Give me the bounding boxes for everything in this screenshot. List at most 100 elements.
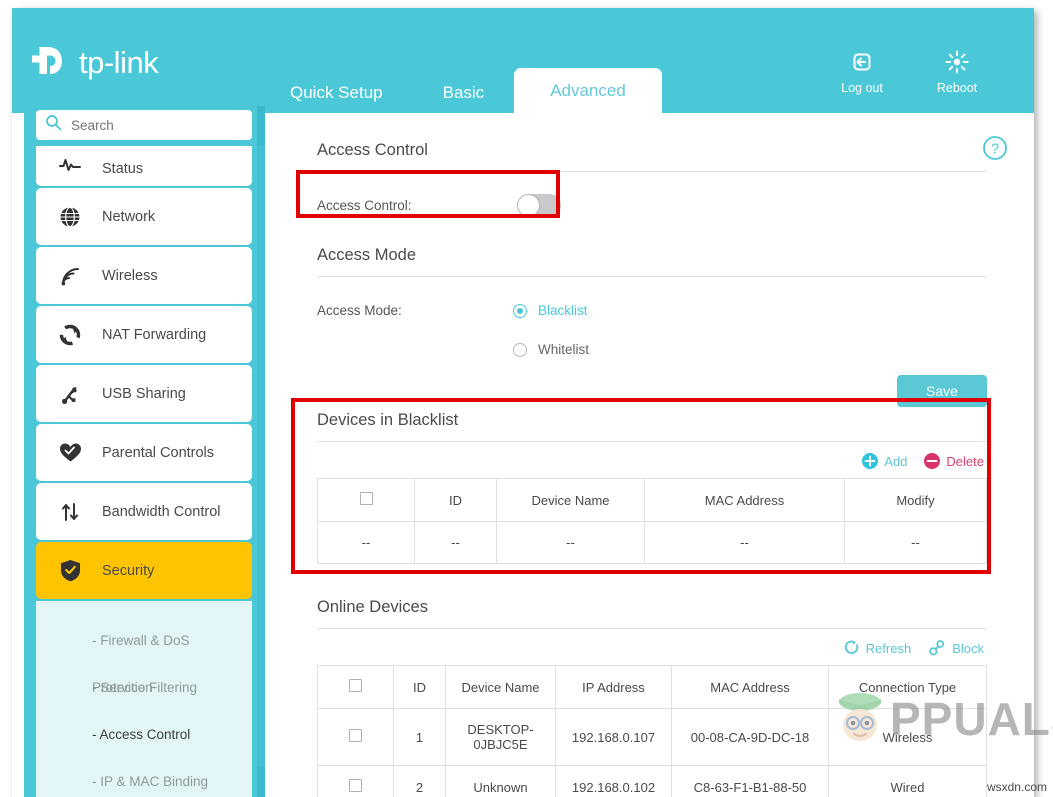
blacklist-cell-device-name: -- <box>496 521 645 564</box>
search-icon <box>45 114 62 136</box>
sidebar-item-label: USB Sharing <box>102 385 186 402</box>
search-box[interactable] <box>36 110 252 140</box>
sidebar-item-bandwidth-control[interactable]: Bandwidth Control <box>36 483 252 540</box>
toggle-knob <box>518 194 539 216</box>
sidebar-item-parental-controls[interactable]: Parental Controls <box>36 424 252 481</box>
online-cell-select <box>317 765 394 797</box>
sidebar-subitem-service-filtering[interactable]: - Service Filtering <box>36 664 252 711</box>
table-row: 1 DESKTOP-0JBJC5E 192.168.0.107 00-08-CA… <box>317 708 987 766</box>
table-row: -- -- -- -- -- <box>317 521 987 564</box>
router-admin-window: tp-link Quick Setup Basic Advanced Log o… <box>12 8 1034 797</box>
radio-option-whitelist[interactable]: Whitelist <box>513 342 987 357</box>
sidebar-item-label: Network <box>102 208 156 225</box>
refresh-button[interactable]: Refresh <box>844 640 912 656</box>
section-title-online-devices: Online Devices <box>317 598 987 629</box>
sidebar-item-label: NAT Forwarding <box>102 326 207 343</box>
sidebar-scrollbar[interactable] <box>257 106 265 797</box>
online-cell-ip-address: 192.168.0.107 <box>555 708 672 766</box>
table-header-row: ID Device Name MAC Address Modify <box>317 478 987 522</box>
add-button[interactable]: Add <box>862 453 907 469</box>
block-button[interactable]: Block <box>928 640 984 656</box>
delete-button[interactable]: Delete <box>924 453 984 469</box>
online-cell-mac-address: 00-08-CA-9D-DC-18 <box>671 708 829 766</box>
refresh-icon <box>844 640 858 654</box>
delete-label: Delete <box>946 453 984 469</box>
save-button[interactable]: Save <box>897 375 987 407</box>
column-header-id: ID <box>393 665 446 709</box>
sidebar-item-nat-forwarding[interactable]: NAT Forwarding <box>36 306 252 363</box>
column-header-ip-address: IP Address <box>555 665 672 709</box>
tab-quick-setup[interactable]: Quick Setup <box>260 73 413 113</box>
brand-name: tp-link <box>79 45 159 80</box>
online-cell-id: 1 <box>393 708 446 766</box>
access-control-toggle[interactable] <box>517 193 561 217</box>
sidebar-item-security[interactable]: Security <box>36 542 252 599</box>
tab-basic[interactable]: Basic <box>413 73 515 113</box>
section-title-access-mode: Access Mode <box>317 246 987 277</box>
site-credit-text: wsxdn.com <box>986 780 1047 794</box>
blacklist-table-actions: Add Delete <box>317 442 987 478</box>
header-actions: Log out Reboot <box>831 50 988 95</box>
online-devices-table: ID Device Name IP Address MAC Address Co… <box>317 665 987 797</box>
column-header-mac-address: MAC Address <box>644 478 845 522</box>
blacklist-cell-id: -- <box>414 521 497 564</box>
tab-advanced[interactable]: Advanced <box>514 68 662 113</box>
select-all-checkbox[interactable] <box>349 679 362 692</box>
sidebar: Status Network <box>24 106 265 797</box>
reboot-icon <box>926 50 988 76</box>
column-header-modify: Modify <box>844 478 987 522</box>
select-all-checkbox[interactable] <box>359 492 373 505</box>
circle-plus-icon <box>862 453 879 469</box>
table-header-row: ID Device Name IP Address MAC Address Co… <box>317 665 987 709</box>
wifi-icon <box>58 264 82 288</box>
online-cell-connection-type: Wireless <box>828 708 987 766</box>
blacklist-cell-mac-address: -- <box>644 521 845 564</box>
sidebar-submenu-security: - Firewall & DoS Protection - Service Fi… <box>36 601 252 797</box>
tplink-logo-icon <box>26 40 72 86</box>
sidebar-menu: Status Network Wireless NAT Forwarding U… <box>36 146 252 797</box>
sidebar-item-network[interactable]: Network <box>36 188 252 245</box>
page-header: tp-link Quick Setup Basic Advanced Log o… <box>12 8 1034 113</box>
table-row: 2 Unknown 192.168.0.102 C8-63-F1-B1-88-5… <box>317 765 987 797</box>
row-checkbox[interactable] <box>349 779 362 792</box>
sidebar-subitem-access-control[interactable]: - Access Control <box>36 711 252 758</box>
column-header-device-name: Device Name <box>445 665 556 709</box>
logout-button[interactable]: Log out <box>831 50 893 95</box>
logout-icon <box>831 50 893 76</box>
radio-option-blacklist[interactable]: Blacklist <box>513 303 987 318</box>
online-cell-device-name: Unknown <box>445 765 556 797</box>
shield-icon <box>58 559 82 583</box>
circle-minus-icon <box>924 453 941 469</box>
online-cell-device-name: DESKTOP-0JBJC5E <box>445 708 556 766</box>
main-content: ? Access Control Access Control: Access … <box>265 113 1034 797</box>
sidebar-item-label: Security <box>102 562 155 579</box>
logout-label: Log out <box>841 81 883 95</box>
sidebar-subitem-firewall-dos-protection[interactable]: - Firewall & DoS Protection <box>36 617 252 695</box>
blacklist-table: ID Device Name MAC Address Modify -- -- … <box>317 478 987 564</box>
online-cell-select <box>317 708 394 766</box>
usb-icon <box>58 382 82 406</box>
access-control-toggle-label: Access Control: <box>317 197 412 213</box>
sidebar-item-wireless[interactable]: Wireless <box>36 247 252 304</box>
online-cell-connection-type: Wired <box>828 765 987 797</box>
sidebar-item-label: Parental Controls <box>102 444 215 461</box>
blacklist-select-all-header <box>317 478 415 522</box>
sidebar-item-usb-sharing[interactable]: USB Sharing <box>36 365 252 422</box>
add-label: Add <box>884 453 908 469</box>
up-down-arrows-icon <box>58 500 82 524</box>
column-header-connection-type: Connection Type <box>828 665 987 709</box>
search-input[interactable] <box>71 117 231 133</box>
column-header-device-name: Device Name <box>496 478 645 522</box>
sidebar-item-label: Wireless <box>102 267 158 284</box>
reboot-button[interactable]: Reboot <box>926 50 988 95</box>
sidebar-subitem-ip-mac-binding[interactable]: - IP & MAC Binding <box>36 758 252 797</box>
refresh-label: Refresh <box>865 640 912 656</box>
sidebar-scroll-thumb[interactable] <box>257 146 265 766</box>
reboot-label: Reboot <box>936 81 978 95</box>
row-checkbox[interactable] <box>349 729 362 742</box>
section-title-access-control: Access Control <box>317 141 987 172</box>
nat-forward-icon <box>58 323 82 347</box>
radio-blacklist-label: Blacklist <box>538 303 588 318</box>
sidebar-item-status[interactable]: Status <box>36 146 252 186</box>
link-chain-icon <box>929 640 945 656</box>
